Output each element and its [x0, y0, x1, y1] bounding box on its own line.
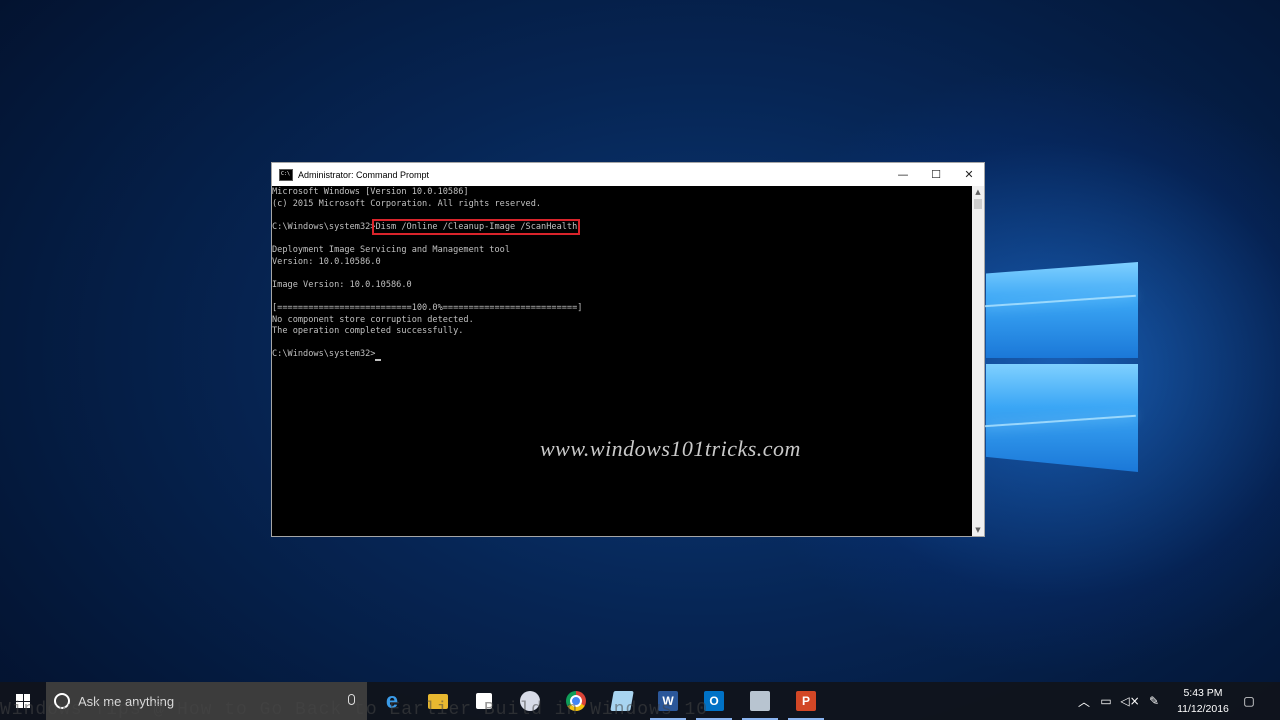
text-cursor: [375, 358, 382, 361]
command-prompt-window[interactable]: Administrator: Command Prompt — ☐ ✕ Micr…: [271, 162, 985, 537]
scroll-down-arrow-icon[interactable]: ▼: [972, 524, 984, 536]
minimize-button[interactable]: —: [886, 163, 920, 186]
highlighted-command: Dism /Online /Cleanup-Image /ScanHealth: [372, 218, 581, 235]
console-line: Microsoft Windows [Version 10.0.10586]: [272, 187, 469, 197]
scroll-thumb[interactable]: [974, 199, 982, 209]
prompt-line: C:\Windows\system32>: [272, 349, 972, 361]
command-line: C:\Windows\system32>Dism /Online /Cleanu…: [272, 218, 972, 235]
console-line: Deployment Image Servicing and Managemen…: [272, 244, 510, 255]
console-line: Image Version: 10.0.10586.0: [272, 279, 412, 290]
console-line: No component store corruption detected.: [272, 314, 474, 325]
window-title: Administrator: Command Prompt: [298, 169, 430, 180]
video-caption-overlay: Windows Tips @ How to Go Back to Earlier…: [0, 700, 709, 720]
console-line: The operation completed successfully.: [272, 326, 464, 337]
console-line: Version: 10.0.10586.0: [272, 256, 381, 267]
cmd-icon: [279, 168, 293, 181]
title-bar[interactable]: Administrator: Command Prompt — ☐ ✕: [272, 163, 984, 186]
clock-time: 5:43 PM: [1183, 687, 1223, 699]
maximize-button[interactable]: ☐: [919, 163, 953, 186]
console-line: (c) 2015 Microsoft Corporation. All righ…: [272, 198, 542, 209]
watermark-text: www.windows101tricks.com: [540, 436, 801, 461]
scroll-up-arrow-icon[interactable]: ▲: [972, 186, 984, 198]
prompt-text: C:\Windows\system32>: [272, 221, 376, 232]
close-button[interactable]: ✕: [952, 163, 986, 186]
progress-line: [==========================100.0%=======…: [272, 302, 583, 313]
console-output[interactable]: Microsoft Windows [Version 10.0.10586] (…: [272, 186, 972, 536]
prompt-text: C:\Windows\system32>: [272, 349, 376, 360]
vertical-scrollbar[interactable]: ▲ ▼: [972, 186, 984, 536]
